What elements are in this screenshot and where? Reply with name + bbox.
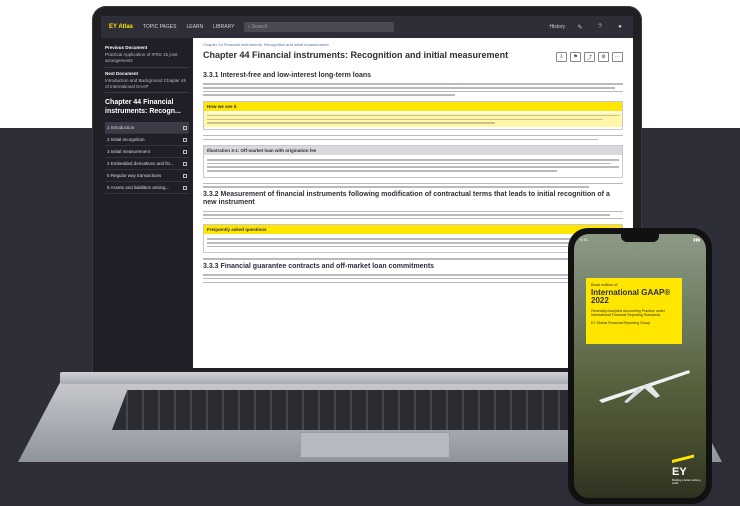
toc-item-label: 5 Regular way transactions — [107, 173, 162, 179]
cover-subtitle: Generally Accepted Accounting Practice u… — [591, 308, 665, 318]
toc-item-initial-recognition[interactable]: 2 Initial recognition — [105, 134, 189, 147]
expand-icon[interactable] — [183, 125, 187, 130]
download-icon[interactable]: ⇩ — [556, 52, 567, 62]
body-text — [203, 134, 623, 141]
nav-learn[interactable]: LEARN — [186, 24, 203, 30]
ey-logo-text: EY — [672, 466, 687, 478]
toc-item-label: 4 Embedded derivatives and fin... — [107, 161, 174, 167]
how-we-see-it-callout: How we see it — [203, 100, 623, 130]
expand-icon[interactable] — [183, 173, 187, 178]
app-top-bar: EY Atlas TOPIC PAGES LEARN LIBRARY ⌕ Sea… — [101, 16, 633, 38]
toc-item-label: 1 Introduction — [107, 125, 135, 131]
expand-icon[interactable] — [183, 137, 187, 142]
body-text — [203, 274, 623, 284]
previous-document-title: Practical Application of IFRS 15 joint a… — [105, 52, 178, 63]
expand-icon[interactable] — [183, 149, 187, 154]
more-icon[interactable]: ⋯ — [612, 52, 623, 62]
toc-item-embedded-derivatives[interactable]: 4 Embedded derivatives and fin... — [105, 158, 189, 171]
nav-library[interactable]: LIBRARY — [213, 24, 234, 30]
bookmark-icon[interactable]: ⚑ — [570, 52, 581, 62]
body-text — [203, 258, 623, 260]
illustration-callout: Illustration 3-1: Off-market loan with o… — [203, 145, 623, 178]
section-heading-3-3-3: 3.3.3 Financial guarantee contracts and … — [203, 262, 435, 270]
faq-callout: Frequently asked questions — [203, 224, 623, 254]
body-text — [203, 182, 623, 188]
history-link[interactable]: History — [549, 24, 565, 30]
toc-item-label: 6 Assets and liabilities arising... — [107, 185, 170, 191]
laptop-keyboard — [112, 390, 628, 430]
callout-heading: How we see it — [204, 101, 622, 111]
laptop-trackpad — [300, 432, 450, 458]
next-document-label: Next Document — [105, 70, 139, 76]
illustration-text — [204, 157, 622, 175]
document-sidebar: Previous Document Practical Application … — [101, 38, 193, 368]
signal-icon: ▮▮▮ — [693, 237, 700, 242]
illustration-heading: Illustration 3-1: Off-market loan with o… — [204, 146, 622, 156]
ey-logo: EY Building a better working world — [672, 454, 700, 485]
previous-document-label: Previous Document — [105, 45, 148, 50]
toc-item-regular-way[interactable]: 5 Regular way transactions — [105, 170, 189, 183]
expand-icon[interactable] — [183, 185, 187, 190]
breadcrumb[interactable]: Chapter 44 Financial instruments: Recogn… — [203, 42, 623, 47]
cover-publisher: EY Global Financial Reporting Group — [591, 320, 651, 325]
next-document-title: Introduction and Background Chapter 45 o… — [105, 77, 187, 89]
ey-logo-bar — [672, 454, 694, 463]
user-icon[interactable]: ● — [615, 22, 625, 32]
bookmark-icon[interactable]: ✎ — [575, 22, 585, 32]
search-placeholder: Search — [251, 24, 268, 30]
toc-item-label: 2 Initial recognition — [107, 137, 145, 143]
callout-text — [204, 112, 622, 127]
phone-status-bar: 9:41 ▮▮▮ — [580, 237, 700, 242]
section-heading-3-3-1: 3.3.1 Interest-free and low-interest lon… — [203, 72, 372, 79]
settings-icon[interactable]: ⚙ — [598, 52, 609, 62]
faq-heading: Frequently asked questions — [204, 225, 622, 235]
app-logo[interactable]: EY Atlas — [109, 24, 133, 30]
sidebar-chapter-title: Chapter 44 Financial instruments: Recogn… — [105, 99, 181, 115]
glider-photo — [599, 370, 690, 403]
phone-screen: 9:41 ▮▮▮ Book edition of International G… — [574, 234, 706, 498]
share-icon[interactable]: ⤴ — [584, 52, 595, 62]
cover-kicker: Book edition of — [591, 282, 618, 287]
toc-item-initial-measurement[interactable]: 3 Initial measurement — [105, 146, 189, 159]
next-document[interactable]: Next Document Introduction and Backgroun… — [105, 68, 189, 94]
book-cover-panel[interactable]: Book edition of International GAAP® 2022… — [586, 278, 682, 344]
document-toolbar: ⇩ ⚑ ⤴ ⚙ ⋯ — [556, 52, 623, 62]
document-content: Chapter 44 Financial instruments: Recogn… — [193, 38, 633, 368]
ey-tagline: Building a better working world — [672, 479, 701, 485]
toc-item-assets-liabilities[interactable]: 6 Assets and liabilities arising... — [105, 182, 189, 195]
toc-item-label: 3 Initial measurement — [107, 149, 151, 155]
toc-item-introduction[interactable]: 1 Introduction — [105, 122, 189, 135]
cover-title: International GAAP® 2022 — [591, 288, 671, 306]
search-input[interactable]: ⌕ Search — [244, 22, 395, 32]
body-text — [203, 83, 623, 96]
laptop-screen: EY Atlas TOPIC PAGES LEARN LIBRARY ⌕ Sea… — [101, 16, 633, 368]
faq-text — [204, 236, 622, 250]
status-time: 9:41 — [580, 237, 588, 242]
previous-document[interactable]: Previous Document Practical Application … — [105, 42, 189, 68]
section-heading-3-3-2: 3.3.2 Measurement of financial instrumen… — [203, 190, 610, 207]
help-icon[interactable]: ? — [595, 22, 605, 32]
expand-icon[interactable] — [183, 161, 187, 166]
body-text — [203, 210, 623, 220]
nav-topic-pages[interactable]: TOPIC PAGES — [143, 24, 176, 30]
